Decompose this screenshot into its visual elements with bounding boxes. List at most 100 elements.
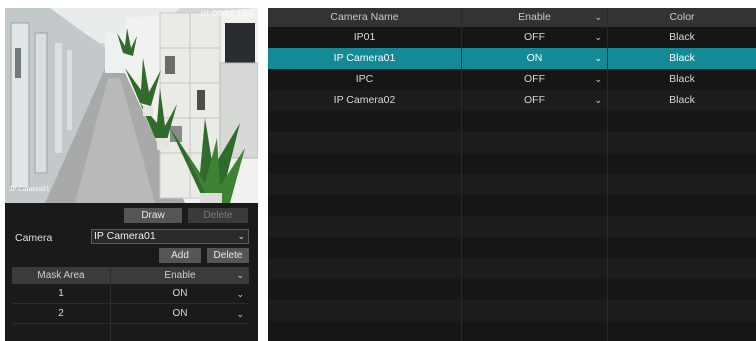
privacy-mask-panel: 01-09/17 15:1 IP Camera01 Draw Delete Ca… [5, 8, 258, 341]
enable-select[interactable]: OFF ⌄ [462, 27, 608, 48]
empty-cell [462, 132, 608, 153]
mask-area-cell: 2 [12, 304, 111, 323]
add-button[interactable]: Add [159, 248, 201, 263]
enable-select[interactable]: OFF ⌄ [462, 90, 608, 111]
empty-cell [268, 279, 462, 300]
table-row-empty [268, 321, 756, 341]
enable-select[interactable]: OFF ⌄ [462, 69, 608, 90]
table-row-empty [268, 300, 756, 321]
empty-cell [268, 300, 462, 321]
color-cell: Black [669, 73, 695, 85]
empty-cell [268, 258, 462, 279]
color-cell: Black [669, 94, 695, 106]
empty-cell [608, 111, 756, 132]
camera-select-value: IP Camera01 [94, 230, 156, 242]
color-cell: Black [669, 52, 695, 64]
table-row-empty [12, 324, 249, 341]
table-row-empty [268, 153, 756, 174]
empty-cell [462, 300, 608, 321]
empty-cell [268, 321, 462, 341]
enable-select[interactable]: ON ⌄ [111, 284, 249, 303]
delete-area-button[interactable]: Delete [188, 208, 248, 223]
mask-area-table: Mask Area Enable ⌄ 1 ON ⌄ 2 ON ⌄ [12, 267, 249, 341]
empty-cell [608, 237, 756, 258]
table-row-selected[interactable]: IP Camera01 ON ⌄ Black [268, 48, 756, 69]
enable-value: OFF [524, 73, 545, 85]
chevron-down-icon: ⌄ [237, 231, 245, 241]
table-row-empty [268, 237, 756, 258]
empty-cell [608, 216, 756, 237]
empty-cell [462, 111, 608, 132]
chevron-down-icon: ⌄ [594, 12, 602, 22]
empty-cell [608, 195, 756, 216]
delete-button[interactable]: Delete [207, 248, 249, 263]
empty-cell [462, 279, 608, 300]
camera-select[interactable]: IP Camera01 ⌄ [91, 229, 249, 244]
corridor-image [5, 8, 258, 203]
chevron-down-icon: ⌄ [594, 53, 602, 63]
table-row-empty [268, 132, 756, 153]
camera-preview[interactable]: 01-09/17 15:1 IP Camera01 [5, 8, 258, 203]
chevron-down-icon: ⌄ [236, 270, 244, 280]
preview-timestamp: 01-09/17 15:1 [200, 10, 254, 18]
column-header-enable[interactable]: Enable ⌄ [111, 267, 249, 284]
empty-cell [462, 153, 608, 174]
column-header-mask-area: Mask Area [12, 267, 111, 284]
column-header-camera-name: Camera Name [268, 8, 462, 27]
camera-mask-table: Camera Name Enable ⌄ Color IP01 OFF ⌄ Bl… [268, 8, 756, 341]
table-header: Camera Name Enable ⌄ Color [268, 8, 756, 27]
draw-button[interactable]: Draw [124, 208, 182, 223]
empty-cell [268, 132, 462, 153]
table-row-empty [268, 111, 756, 132]
table-row-empty [268, 216, 756, 237]
mask-area-cell: 1 [12, 284, 111, 303]
chevron-down-icon: ⌄ [594, 95, 602, 105]
empty-cell [268, 153, 462, 174]
empty-cell [268, 174, 462, 195]
mask-table-header: Mask Area Enable ⌄ [12, 267, 249, 284]
empty-cell [462, 321, 608, 341]
empty-cell [608, 174, 756, 195]
enable-select[interactable]: ON ⌄ [111, 304, 249, 323]
table-row[interactable]: 2 ON ⌄ [12, 304, 249, 324]
column-header-enable-label: Enable [518, 11, 551, 23]
empty-cell [268, 216, 462, 237]
preview-camera-label: IP Camera01 [10, 186, 50, 193]
table-row-empty [268, 279, 756, 300]
table-row-empty [268, 258, 756, 279]
enable-value: ON [172, 288, 188, 299]
chevron-down-icon: ⌄ [236, 309, 244, 319]
empty-cell [608, 258, 756, 279]
color-cell: Black [669, 31, 695, 43]
empty-cell [12, 324, 111, 341]
chevron-down-icon: ⌄ [594, 74, 602, 84]
empty-cell [268, 111, 462, 132]
empty-cell [462, 216, 608, 237]
empty-cell [608, 300, 756, 321]
table-row-empty [268, 174, 756, 195]
empty-cell [608, 132, 756, 153]
table-row[interactable]: IP01 OFF ⌄ Black [268, 27, 756, 48]
empty-cell [462, 237, 608, 258]
column-header-enable[interactable]: Enable ⌄ [462, 8, 608, 27]
table-row[interactable]: 1 ON ⌄ [12, 284, 249, 304]
empty-cell [111, 324, 249, 341]
empty-cell [608, 321, 756, 341]
enable-value: OFF [524, 94, 545, 106]
table-row[interactable]: IP Camera02 OFF ⌄ Black [268, 90, 756, 111]
camera-name-cell: IP Camera02 [268, 90, 462, 111]
empty-cell [268, 237, 462, 258]
enable-value: ON [526, 52, 543, 64]
camera-name-cell: IP01 [268, 27, 462, 48]
empty-cell [608, 153, 756, 174]
enable-value: OFF [524, 31, 545, 43]
enable-select[interactable]: ON ⌄ [462, 48, 608, 69]
column-header-enable-label: Enable [164, 270, 196, 281]
empty-cell [462, 195, 608, 216]
table-row[interactable]: IPC OFF ⌄ Black [268, 69, 756, 90]
table-row-empty [268, 195, 756, 216]
enable-value: ON [172, 308, 188, 319]
chevron-down-icon: ⌄ [236, 289, 244, 299]
empty-cell [462, 174, 608, 195]
camera-name-cell: IP Camera01 [268, 48, 462, 69]
